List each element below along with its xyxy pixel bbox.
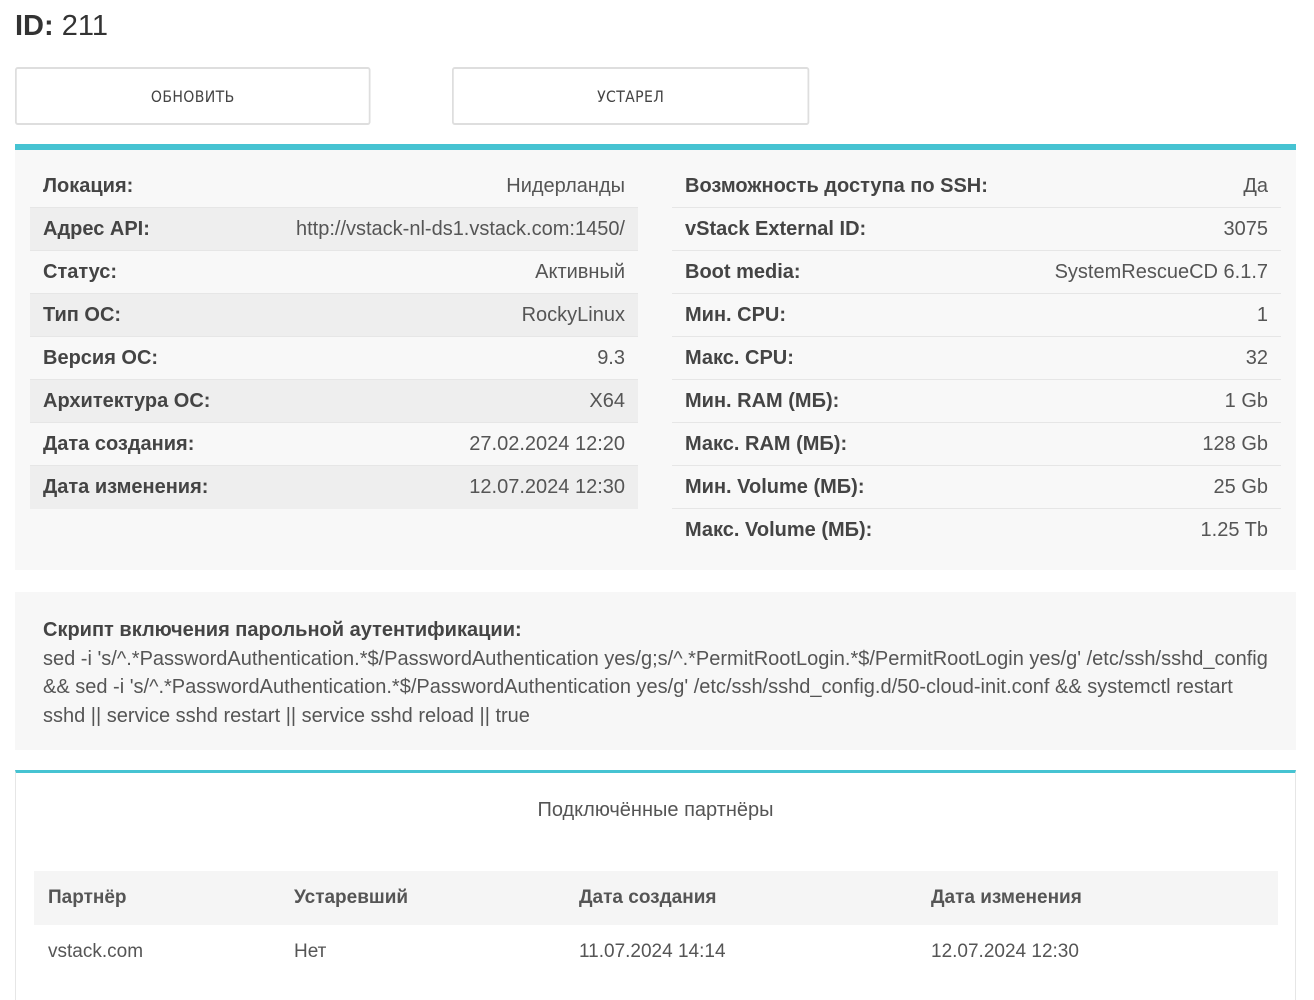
detail-row-min-ram: Мин. RAM (МБ): 1 Gb	[672, 380, 1281, 423]
detail-value: 1	[1256, 303, 1268, 326]
connected-partners-panel: Подключённые партнёры Партнёр Устаревший…	[15, 770, 1296, 1000]
detail-row-ssh-access: Возможность доступа по SSH: Да	[672, 165, 1281, 208]
detail-value: Активный	[535, 260, 625, 283]
detail-row-status: Статус: Активный	[30, 251, 638, 294]
detail-row-max-volume: Макс. Volume (МБ): 1.25 Tb	[672, 509, 1281, 552]
detail-row-created: Дата создания: 27.02.2024 12:20	[30, 423, 638, 466]
page-title: ID: 211	[15, 10, 108, 43]
detail-key: Дата изменения:	[43, 476, 209, 498]
detail-value: X64	[589, 389, 625, 412]
script-title: Скрипт включения парольной аутентификаци…	[43, 619, 522, 641]
table-row[interactable]: vstack.com Нет 11.07.2024 14:14 12.07.20…	[34, 925, 1278, 979]
detail-key: Мин. Volume (МБ):	[685, 475, 865, 498]
detail-value: 25 Gb	[1213, 475, 1268, 498]
detail-key: Версия ОС:	[43, 346, 159, 369]
details-panel: Локация: Нидерланды Адрес API: http://vs…	[15, 144, 1296, 570]
detail-key: Адрес API:	[43, 217, 150, 240]
detail-row-min-cpu: Мин. CPU: 1	[672, 294, 1281, 337]
detail-row-max-ram: Макс. RAM (МБ): 128 Gb	[672, 423, 1281, 466]
detail-key: Мин. CPU:	[685, 303, 787, 326]
id-value: 211	[61, 10, 108, 42]
cell-obsolete: Нет	[294, 941, 327, 962]
details-left-column: Локация: Нидерланды Адрес API: http://vs…	[30, 165, 638, 509]
detail-key: Boot media:	[685, 260, 801, 283]
detail-key: Макс. CPU:	[685, 346, 794, 369]
detail-key: Локация:	[43, 174, 134, 197]
detail-value: Да	[1243, 174, 1268, 197]
detail-row-api-address: Адрес API: http://vstack-nl-ds1.vstack.c…	[30, 208, 638, 251]
partners-table-header: Партнёр Устаревший Дата создания Дата из…	[34, 871, 1278, 925]
detail-value: 12.07.2024 12:30	[469, 476, 625, 498]
column-header-obsolete[interactable]: Устаревший	[280, 887, 565, 909]
mark-obsolete-button[interactable]: Устарел	[452, 67, 810, 125]
detail-row-vstack-external-id: vStack External ID: 3075	[672, 208, 1281, 251]
detail-key: Макс. RAM (МБ):	[685, 432, 848, 455]
details-right-column: Возможность доступа по SSH: Да vStack Ex…	[672, 165, 1281, 552]
detail-row-modified: Дата изменения: 12.07.2024 12:30	[30, 466, 638, 509]
partners-table: Партнёр Устаревший Дата создания Дата из…	[34, 871, 1278, 979]
script-command: sed -i 's/^.*PasswordAuthentication.*$/P…	[43, 647, 1268, 727]
detail-value: 27.02.2024 12:20	[469, 432, 625, 455]
detail-key: Статус:	[43, 260, 118, 283]
detail-value: 9.3	[597, 346, 625, 369]
detail-key: Мин. RAM (МБ):	[685, 389, 840, 412]
mark-obsolete-button-label: Устарел	[597, 86, 665, 106]
detail-value: SystemRescueCD 6.1.7	[1054, 260, 1268, 283]
detail-key: Возможность доступа по SSH:	[685, 174, 988, 197]
detail-row-min-volume: Мин. Volume (МБ): 25 Gb	[672, 466, 1281, 509]
detail-value: 32	[1245, 346, 1268, 369]
cell-modified: 12.07.2024 12:30	[931, 941, 1079, 962]
detail-value: 3075	[1223, 217, 1269, 240]
column-header-modified[interactable]: Дата изменения	[917, 887, 1278, 909]
cell-created: 11.07.2024 14:14	[579, 941, 726, 962]
detail-value: 128 Gb	[1202, 432, 1268, 455]
detail-row-max-cpu: Макс. CPU: 32	[672, 337, 1281, 380]
id-label: ID:	[15, 10, 54, 42]
cell-partner: vstack.com	[48, 941, 144, 962]
detail-value: 1.25 Tb	[1200, 519, 1268, 541]
partners-title: Подключённые партнёры	[537, 799, 774, 821]
detail-value: 1 Gb	[1224, 389, 1268, 412]
detail-row-os-type: Тип ОС: RockyLinux	[30, 294, 638, 337]
detail-key: Макс. Volume (МБ):	[685, 519, 873, 541]
column-header-created[interactable]: Дата создания	[565, 887, 917, 909]
detail-row-location: Локация: Нидерланды	[30, 165, 638, 208]
detail-key: Дата создания:	[43, 432, 195, 455]
column-header-partner[interactable]: Партнёр	[34, 887, 280, 909]
update-button-label: Обновить	[150, 86, 235, 106]
detail-row-os-version: Версия ОС: 9.3	[30, 337, 638, 380]
detail-key: Тип ОС:	[43, 303, 122, 326]
detail-value: RockyLinux	[521, 303, 625, 326]
update-button[interactable]: Обновить	[15, 67, 371, 125]
detail-key: Архитектура ОС:	[43, 389, 211, 412]
detail-row-boot-media: Boot media: SystemRescueCD 6.1.7	[672, 251, 1281, 294]
detail-row-os-arch: Архитектура ОС: X64	[30, 380, 638, 423]
detail-value: Нидерланды	[506, 174, 625, 197]
detail-value: http://vstack-nl-ds1.vstack.com:1450/	[295, 217, 625, 240]
password-auth-script-panel: Скрипт включения парольной аутентификаци…	[15, 592, 1296, 750]
detail-key: vStack External ID:	[685, 217, 867, 240]
